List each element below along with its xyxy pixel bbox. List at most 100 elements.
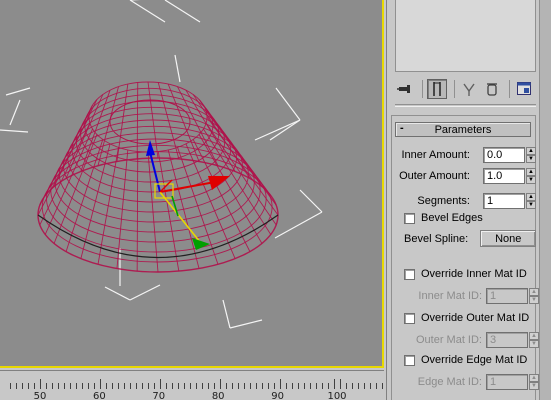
- timeline-ruler[interactable]: 50 60 70 80 90 100: [0, 370, 384, 400]
- segments-spinner[interactable]: 1 ▲ ▼: [483, 193, 536, 209]
- timeline-tick: [22, 383, 23, 389]
- pin-stack-button[interactable]: [395, 79, 415, 99]
- parameters-rollout-header[interactable]: - Parameters: [395, 122, 531, 137]
- timeline-frame-label: 50: [33, 391, 47, 400]
- outer-mat-id-field[interactable]: 3: [486, 332, 528, 348]
- rollout-divider: [395, 104, 536, 105]
- spinner-up-icon[interactable]: ▲: [529, 332, 539, 340]
- timeline-tick: [370, 383, 371, 389]
- timeline-tick: [58, 383, 59, 389]
- timeline-tick: [280, 379, 281, 389]
- inner-amount-label: Inner Amount:: [401, 149, 471, 161]
- parameters-rollout: - Parameters Inner Amount: 0.0 ▲ ▼ Outer …: [391, 115, 539, 400]
- cone-wireframe-edge: [53, 134, 98, 244]
- inner-amount-spinner[interactable]: 0.0 ▲ ▼: [483, 147, 536, 163]
- timeline-tick: [136, 383, 137, 389]
- timeline-tick: [382, 383, 383, 389]
- show-end-result-icon: [433, 82, 441, 96]
- timeline-tick: [286, 383, 287, 389]
- panel-scrollbar[interactable]: [539, 0, 551, 400]
- bevel-spline-pick-button[interactable]: None: [480, 230, 537, 247]
- spinner-down-icon[interactable]: ▼: [526, 155, 536, 163]
- timeline-tick: [340, 379, 341, 389]
- spinner-down-icon[interactable]: ▼: [526, 176, 536, 184]
- timeline-tick: [364, 383, 365, 389]
- selection-bracket-line: [129, 0, 166, 23]
- bevel-edges-row[interactable]: Bevel Edges: [404, 212, 483, 224]
- timeline-tick: [184, 383, 185, 389]
- pin-stack-icon: [397, 85, 410, 93]
- make-unique-icon: [463, 83, 475, 96]
- timeline-tick: [130, 383, 131, 389]
- toolbar-separator: [422, 80, 423, 98]
- override-edge-checkbox[interactable]: [404, 354, 415, 366]
- outer-amount-arrows[interactable]: ▲ ▼: [526, 168, 536, 184]
- outer-mat-id-arrows[interactable]: ▲ ▼: [529, 332, 539, 348]
- outer-amount-field[interactable]: 1.0: [483, 168, 525, 184]
- spinner-down-icon[interactable]: ▼: [529, 296, 539, 304]
- make-unique-button[interactable]: [459, 79, 479, 99]
- selection-bracket-line: [299, 189, 323, 213]
- spinner-up-icon[interactable]: ▲: [529, 288, 539, 296]
- edge-mat-id-arrows[interactable]: ▲ ▼: [529, 374, 539, 390]
- selection-bracket-line: [274, 211, 323, 239]
- timeline-frame-label: 60: [93, 391, 106, 400]
- remove-modifier-button[interactable]: [482, 79, 502, 99]
- timeline-tick: [346, 383, 347, 389]
- outer-mat-id-spinner[interactable]: 3 ▲ ▼: [486, 332, 539, 348]
- configure-modifier-sets-button[interactable]: [514, 79, 534, 99]
- inner-mat-id-row: Inner Mat ID: 1 ▲ ▼: [396, 288, 539, 304]
- spinner-up-icon[interactable]: ▲: [526, 147, 536, 155]
- show-end-result-button[interactable]: [427, 79, 447, 99]
- bevel-edges-checkbox[interactable]: [404, 212, 415, 224]
- inner-mat-id-spinner[interactable]: 1 ▲ ▼: [486, 288, 539, 304]
- timeline-tick: [94, 383, 95, 389]
- toolbar-separator: [454, 80, 455, 98]
- timeline-tick: [64, 383, 65, 389]
- override-outer-row[interactable]: Override Outer Mat ID: [404, 312, 529, 324]
- inner-amount-arrows[interactable]: ▲ ▼: [526, 147, 536, 163]
- override-inner-row[interactable]: Override Inner Mat ID: [404, 268, 527, 280]
- timeline-tick: [226, 383, 227, 389]
- timeline-tick: [88, 383, 89, 389]
- selection-bracket-line: [104, 286, 131, 301]
- modifier-stack-toolbar: [395, 78, 545, 100]
- override-outer-checkbox[interactable]: [404, 312, 415, 324]
- cone-wireframe-edge: [136, 82, 139, 159]
- timeline-tick: [178, 383, 179, 389]
- spinner-up-icon[interactable]: ▲: [526, 168, 536, 176]
- spinner-down-icon[interactable]: ▼: [529, 382, 539, 390]
- inner-mat-id-label: Inner Mat ID:: [418, 290, 482, 302]
- perspective-viewport[interactable]: [0, 0, 384, 368]
- edge-mat-id-spinner[interactable]: 1 ▲ ▼: [486, 374, 539, 390]
- spinner-down-icon[interactable]: ▼: [529, 340, 539, 348]
- edge-mat-id-field[interactable]: 1: [486, 374, 528, 390]
- inner-mat-id-arrows[interactable]: ▲ ▼: [529, 288, 539, 304]
- gizmo-z-arrow: [146, 140, 155, 156]
- timeline-tick: [310, 383, 311, 389]
- spinner-up-icon[interactable]: ▲: [529, 374, 539, 382]
- timeline-tick: [334, 379, 335, 389]
- override-edge-row[interactable]: Override Edge Mat ID: [404, 354, 527, 366]
- segments-field[interactable]: 1: [483, 193, 525, 209]
- modifier-stack-list[interactable]: [395, 0, 536, 72]
- selection-bracket-line: [269, 119, 301, 141]
- timeline-tick: [376, 383, 377, 389]
- timeline-tick: [76, 383, 77, 389]
- configure-modifier-sets-icon: [517, 82, 531, 95]
- timeline-tick: [220, 379, 221, 389]
- timeline-tick: [34, 383, 35, 389]
- segments-arrows[interactable]: ▲ ▼: [526, 193, 536, 209]
- timeline-frame-label: 80: [211, 391, 225, 400]
- selection-bracket-line: [129, 284, 161, 301]
- timeline-tick: [124, 383, 125, 389]
- override-inner-checkbox[interactable]: [404, 268, 415, 280]
- spinner-down-icon[interactable]: ▼: [526, 201, 536, 209]
- timeline-tick: [304, 383, 305, 389]
- inner-amount-field[interactable]: 0.0: [483, 147, 525, 163]
- cone-bottom-outline: [37, 214, 279, 258]
- toolbar-separator: [509, 80, 510, 98]
- inner-mat-id-field[interactable]: 1: [486, 288, 528, 304]
- outer-amount-spinner[interactable]: 1.0 ▲ ▼: [483, 168, 536, 184]
- spinner-up-icon[interactable]: ▲: [526, 193, 536, 201]
